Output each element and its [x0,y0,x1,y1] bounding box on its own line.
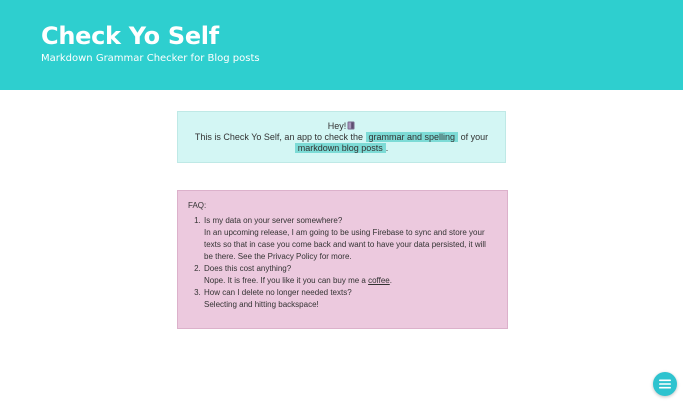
intro-box: Hey! This is Check Yo Self, an app to ch… [177,111,506,163]
intro-greeting-line: Hey! [178,121,505,132]
site-header: Check Yo Self Markdown Grammar Checker f… [0,0,683,90]
intro-text-line-1: This is Check Yo Self, an app to check t… [178,132,505,143]
intro-greeting: Hey! [327,121,347,131]
faq-question: How can I delete no longer needed texts? [204,288,352,297]
intro-highlight-markdown: markdown blog posts [294,143,386,153]
faq-title: FAQ: [188,201,207,210]
faq-box: FAQ: Is my data on your server somewhere… [177,190,508,329]
intro-highlight-grammar: grammar and spelling [365,132,459,142]
intro-text-before: This is Check Yo Self, an app to check t… [194,132,363,142]
menu-button[interactable] [653,372,677,396]
faq-answer-end: . [389,276,392,285]
faq-item: How can I delete no longer needed texts?… [203,287,497,311]
hamburger-menu-icon [659,379,671,389]
faq-list: Is my data on your server somewhere? In … [188,215,497,311]
site-subtitle: Markdown Grammar Checker for Blog posts [41,53,260,64]
intro-text-line-2: markdown blog posts. [178,143,505,154]
faq-answer: In an upcoming release, I am going to be… [204,228,486,261]
coffee-link[interactable]: coffee [368,276,390,285]
book-icon [347,121,355,130]
faq-item: Does this cost anything? Nope. It is fre… [203,263,497,287]
intro-text-middle: of your [460,132,489,142]
faq-answer-text: Nope. It is free. If you like it you can… [204,276,366,285]
intro-text-after: . [385,143,389,153]
faq-answer: Selecting and hitting backspace! [204,300,319,309]
faq-answer: Nope. It is free. If you like it you can… [204,276,392,285]
site-title[interactable]: Check Yo Self [41,20,219,52]
faq-question: Is my data on your server somewhere? [204,216,343,225]
faq-item: Is my data on your server somewhere? In … [203,215,497,263]
faq-question: Does this cost anything? [204,264,292,273]
